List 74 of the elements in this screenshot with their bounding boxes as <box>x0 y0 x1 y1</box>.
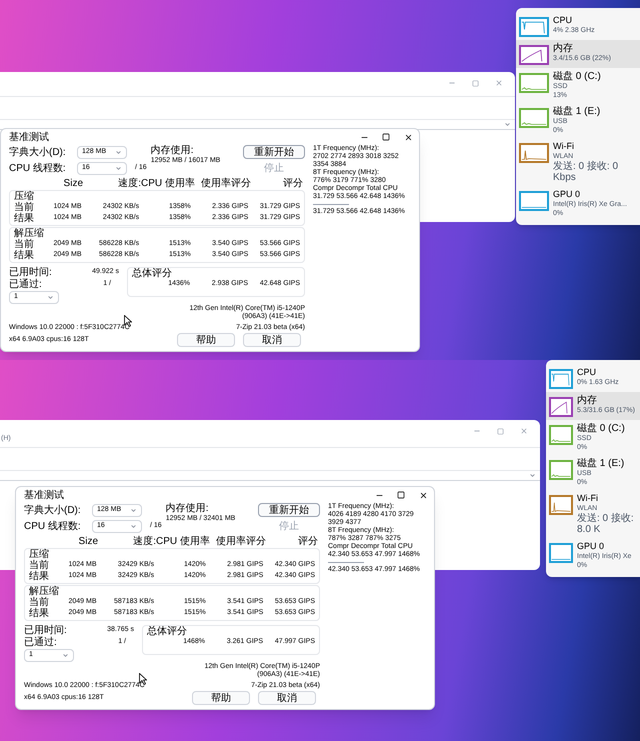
group-title: 解压缩 <box>29 586 60 597</box>
dialog-title: 基准测试 <box>24 490 64 500</box>
close-icon <box>404 132 412 142</box>
item-detail: 发送: 0 接收: 0 Kbps <box>553 161 620 183</box>
row-label: 结果 <box>29 608 50 619</box>
dialog-button[interactable]: 取消 <box>243 333 301 347</box>
item-name: 磁盘 0 (C:) <box>553 71 601 82</box>
close-icon <box>418 490 428 500</box>
field-label: 内存使用: <box>166 503 210 514</box>
item-name: CPU <box>553 15 574 26</box>
dialog-button[interactable]: 取消 <box>258 691 316 705</box>
maximize-icon <box>382 133 390 141</box>
field-label: CPU 线程数: <box>24 520 82 532</box>
column-header: 评分 <box>297 536 318 547</box>
group-title: 压缩 <box>29 549 50 560</box>
chevron-down-icon <box>529 472 536 478</box>
row-label: 当前 <box>14 202 35 213</box>
dialog-button[interactable]: 帮助 <box>177 333 235 347</box>
field-label: 已通过: <box>24 637 57 648</box>
chevron-down-icon <box>47 294 54 301</box>
row-label: 当前 <box>29 597 50 608</box>
item-name: GPU 0 <box>577 541 606 552</box>
close-icon[interactable] <box>495 79 503 87</box>
chevron-down-icon <box>115 164 122 172</box>
item-name: 磁盘 1 (E:) <box>577 458 624 469</box>
column-header: 使用率评分 <box>200 178 251 189</box>
group-title: 总体评分 <box>132 268 173 279</box>
field-label: 已用时间: <box>24 625 67 636</box>
item-name: 内存 <box>577 395 598 406</box>
item-name: CPU <box>577 367 598 378</box>
item-name: 磁盘 1 (E:) <box>553 106 600 117</box>
column-header: 使用率评分 <box>215 536 266 547</box>
row-label: 结果 <box>14 250 35 261</box>
row-label: 当前 <box>14 239 35 250</box>
item-name: Wi-Fi <box>553 141 575 152</box>
group-title: 解压缩 <box>14 228 45 239</box>
address-field[interactable] <box>0 446 540 470</box>
dialog-button[interactable]: 重新开始 <box>243 145 305 159</box>
item-name: 磁盘 0 (C:) <box>577 423 625 434</box>
maximize-icon <box>397 491 405 499</box>
maximize-icon[interactable] <box>497 428 504 434</box>
address-field[interactable] <box>0 96 515 120</box>
row-label: 结果 <box>29 571 50 582</box>
column-header: 速度: <box>117 178 141 189</box>
item-name: GPU 0 <box>553 189 582 200</box>
dialog-title: 基准测试 <box>9 132 49 142</box>
column-header: Size <box>62 178 83 189</box>
group-title: 总体评分 <box>147 626 188 637</box>
field-label: 已用时间: <box>9 267 52 278</box>
close-icon[interactable] <box>520 427 528 435</box>
chevron-down-icon <box>504 121 511 128</box>
row-label: 当前 <box>29 560 50 571</box>
item-detail: 发送: 0 接收: 8.0 K <box>577 513 635 535</box>
dialog-button[interactable]: 帮助 <box>192 691 250 705</box>
row-label: 结果 <box>14 213 35 224</box>
column-header: 速度: <box>132 536 156 547</box>
column-header: CPU 使用率 <box>141 178 193 189</box>
field-label: CPU 线程数: <box>9 162 67 174</box>
chevron-down-icon <box>130 506 137 514</box>
field-label: 字典大小(D): <box>24 504 82 516</box>
field-label: 字典大小(D): <box>9 146 67 158</box>
column-header: 评分 <box>282 178 303 189</box>
field-label: 已通过: <box>9 279 42 290</box>
column-header: Size <box>78 536 98 547</box>
group-title: 压缩 <box>14 191 35 202</box>
item-name: Wi-Fi <box>577 493 599 504</box>
column-header: CPU 使用率 <box>156 536 208 547</box>
dialog-button[interactable]: 重新开始 <box>258 503 320 517</box>
chevron-down-icon <box>62 652 69 659</box>
chevron-down-icon <box>115 148 122 156</box>
item-name: 内存 <box>553 43 574 54</box>
chevron-down-icon <box>130 522 137 530</box>
field-label: 内存使用: <box>150 145 194 156</box>
maximize-icon[interactable] <box>472 80 479 86</box>
